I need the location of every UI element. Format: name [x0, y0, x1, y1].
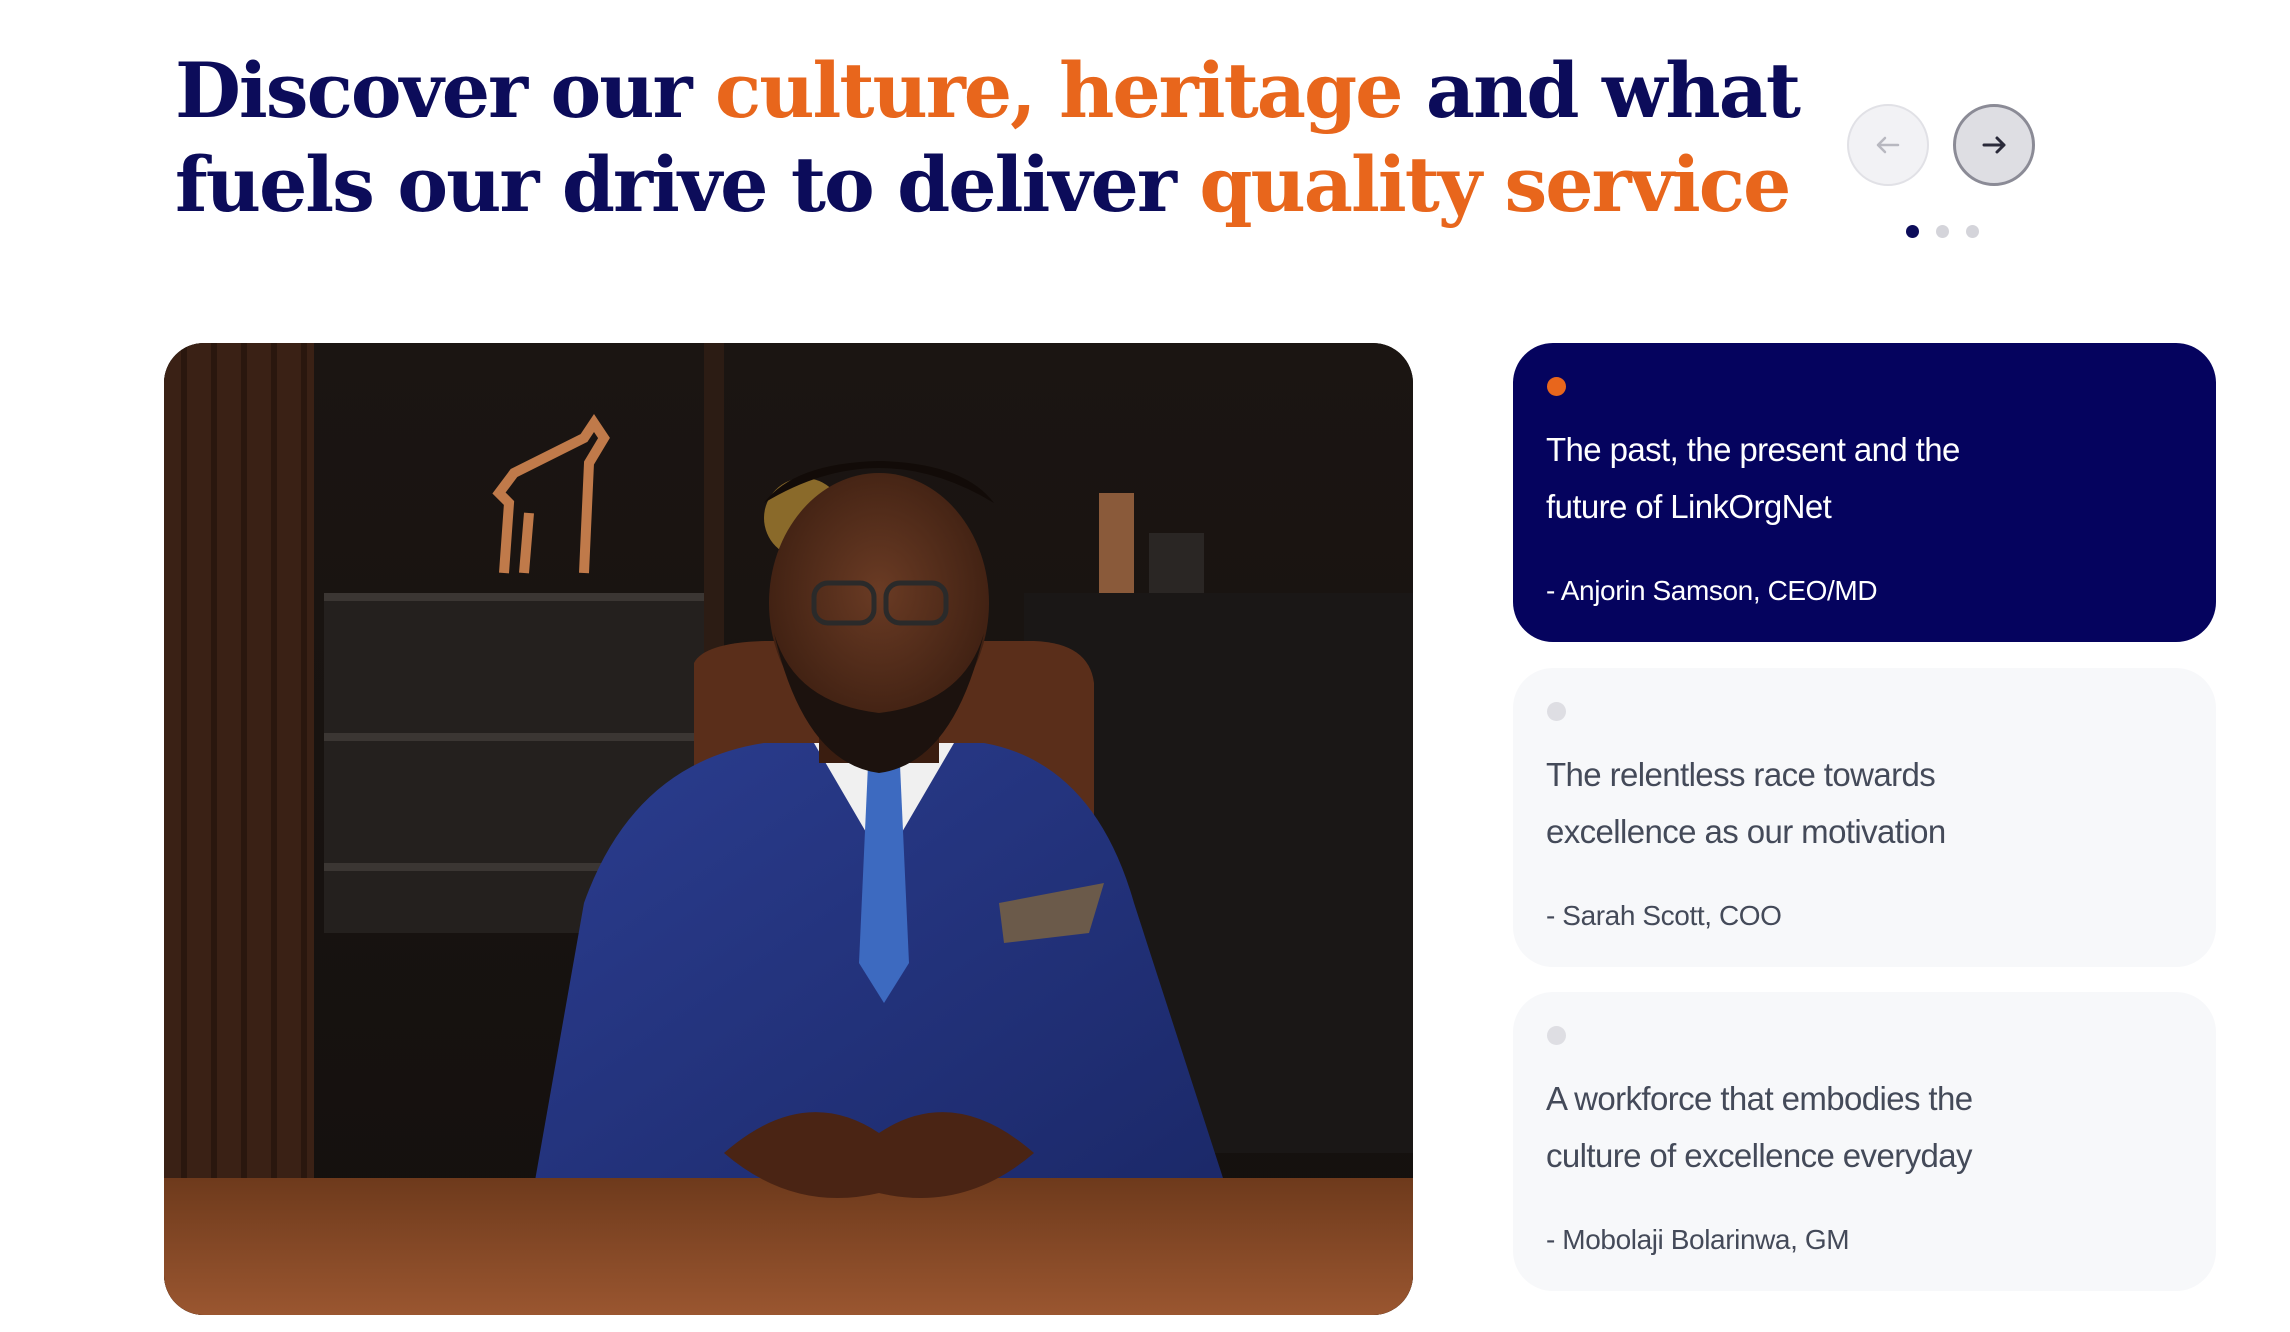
pagination-dot-2[interactable] [1936, 225, 1949, 238]
pagination-dot-3[interactable] [1966, 225, 1979, 238]
headline-line-1: Discover our culture, heritage and what [175, 44, 1801, 138]
headline-text: and what [1401, 46, 1801, 135]
headline-text: Discover our [175, 46, 715, 135]
story-card-3[interactable]: A workforce that embodies the culture of… [1513, 992, 2216, 1291]
story-author: - Sarah Scott, COO [1546, 900, 1782, 931]
headline-accent: culture, heritage [715, 46, 1403, 135]
story-author: - Mobolaji Bolarinwa, GM [1546, 1224, 1850, 1255]
headline-accent: quality service [1199, 140, 1791, 229]
headline-line-2: fuels our drive to deliver quality servi… [175, 138, 1791, 232]
story-bullet [1547, 702, 1566, 721]
executive-portrait-image [164, 343, 1413, 1315]
headline-text: fuels our drive to deliver [175, 140, 1200, 229]
story-author: - Anjorin Samson, CEO/MD [1546, 575, 1878, 606]
executive-photo [164, 343, 1413, 1315]
story-title: The past, the present and the future of … [1546, 431, 1960, 525]
arrow-left-icon [1876, 136, 1900, 154]
story-card-1[interactable]: The past, the present and the future of … [1513, 343, 2216, 642]
story-title: A workforce that embodies the culture of… [1546, 1080, 1973, 1174]
story-bullet [1547, 377, 1566, 396]
section-headline: Discover our culture, heritage and what … [175, 44, 1801, 232]
story-card-2[interactable]: The relentless race towards excellence a… [1513, 668, 2216, 967]
carousel-pagination [1906, 225, 1979, 238]
story-title: The relentless race towards excellence a… [1546, 756, 1946, 850]
story-bullet [1547, 1026, 1566, 1045]
carousel-prev-button[interactable] [1847, 104, 1929, 186]
carousel-next-button[interactable] [1953, 104, 2035, 186]
arrow-right-icon [1982, 136, 2006, 154]
pagination-dot-1[interactable] [1906, 225, 1919, 238]
